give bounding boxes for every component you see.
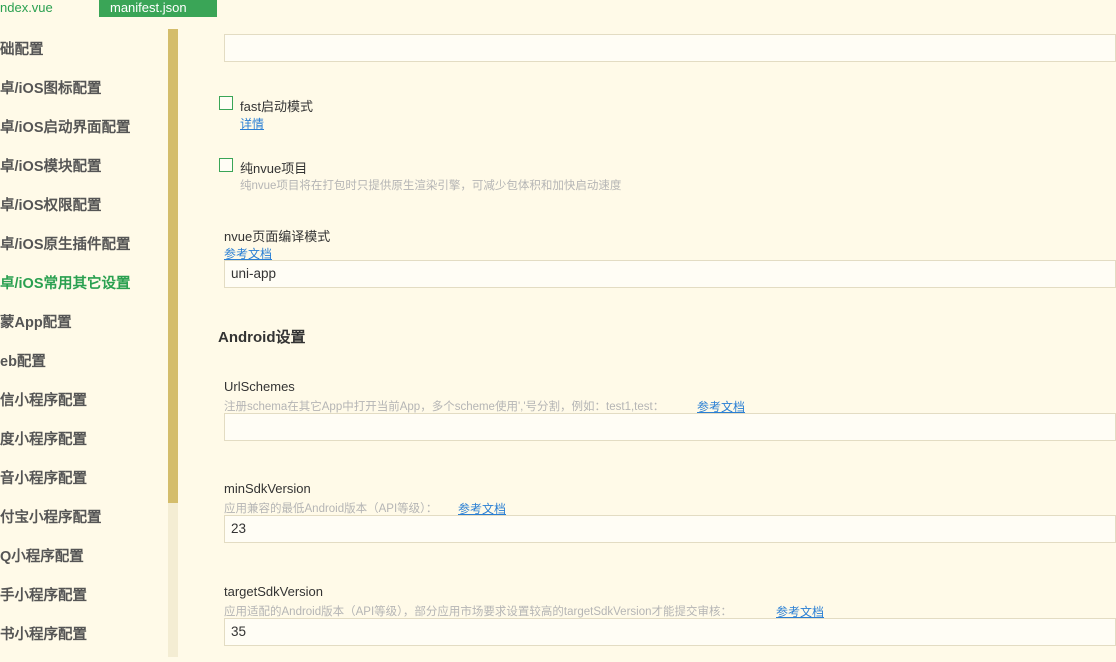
top-cut-input-field[interactable] [224,34,1116,62]
sidebar-item-label: Q小程序配置 [0,549,84,565]
pure-nvue-description: 纯nvue项目将在打包时只提供原生渲染引擎，可减少包体积和加快启动速度 [240,180,622,192]
target-sdk-description: 应用适配的Android版本（API等级），部分应用市场要求设置较高的targe… [224,606,733,618]
target-sdk-input[interactable]: 35 [224,618,1116,646]
sidebar-item-icons[interactable]: 卓/iOS图标配置 [0,77,168,116]
fast-start-label: fast启动模式 [240,99,313,114]
settings-sidebar: 础配置 卓/iOS图标配置 卓/iOS启动界面配置 卓/iOS模块配置 卓/iO… [0,17,168,657]
sidebar-item-modules[interactable]: 卓/iOS模块配置 [0,155,168,194]
sidebar-item-label: 卓/iOS权限配置 [0,198,102,214]
sidebar-item-alipay-mp[interactable]: 付宝小程序配置 [0,506,168,545]
min-sdk-label: minSdkVersion [224,481,311,496]
nvue-mode-select[interactable]: uni-app [224,260,1116,288]
fast-start-details-link[interactable]: 详情 [240,115,264,132]
target-sdk-label: targetSdkVersion [224,584,324,599]
sidebar-item-douyin-mp[interactable]: 音小程序配置 [0,467,168,506]
sidebar-item-permissions[interactable]: 卓/iOS权限配置 [0,194,168,233]
url-schemes-description: 注册schema在其它App中打开当前App，多个scheme使用','号分割，… [224,401,665,413]
sidebar-item-label: 音小程序配置 [0,471,87,487]
sidebar-item-weixin-mp[interactable]: 信小程序配置 [0,389,168,428]
sidebar-item-label: 卓/iOS模块配置 [0,159,102,175]
sidebar-scrollbar-thumb[interactable] [168,29,178,503]
sidebar-item-label: eb配置 [0,354,46,370]
sidebar-item-label: 信小程序配置 [0,393,87,409]
nvue-mode-label: nvue页面编译模式 [224,229,331,244]
pure-nvue-label: 纯nvue项目 [240,161,308,176]
sidebar-item-feishu-mp[interactable]: 书小程序配置 [0,623,168,662]
android-section-title: Android设置 [218,329,306,346]
sidebar-item-label: 础配置 [0,42,44,58]
sidebar-item-label: 付宝小程序配置 [0,510,102,526]
editor-tab-bar: ndex.vue manifest.json [0,0,1116,17]
sidebar-item-baidu-mp[interactable]: 度小程序配置 [0,428,168,467]
url-schemes-label: UrlSchemes [224,379,295,394]
fast-start-checkbox[interactable] [219,96,233,110]
min-sdk-input[interactable]: 23 [224,515,1116,543]
sidebar-item-label: 蒙App配置 [0,315,72,331]
sidebar-item-web[interactable]: eb配置 [0,350,168,389]
sidebar-item-label: 度小程序配置 [0,432,87,448]
min-sdk-description: 应用兼容的最低Android版本（API等级）： [224,503,438,515]
sidebar-item-label: 卓/iOS启动界面配置 [0,120,131,136]
sidebar-item-kuaishou-mp[interactable]: 手小程序配置 [0,584,168,623]
url-schemes-input[interactable] [224,413,1116,441]
tab-manifest-json[interactable]: manifest.json [99,0,217,17]
sidebar-item-label: 卓/iOS原生插件配置 [0,237,131,253]
sidebar-item-label: 卓/iOS图标配置 [0,81,102,97]
sidebar-item-label: 卓/iOS常用其它设置 [0,276,131,292]
sidebar-item-qq-mp[interactable]: Q小程序配置 [0,545,168,584]
sidebar-item-label: 书小程序配置 [0,627,87,643]
sidebar-item-label: 手小程序配置 [0,588,87,604]
sidebar-item-splash[interactable]: 卓/iOS启动界面配置 [0,116,168,155]
sidebar-item-basic[interactable]: 础配置 [0,38,168,77]
sidebar-item-native-plugins[interactable]: 卓/iOS原生插件配置 [0,233,168,272]
pure-nvue-checkbox[interactable] [219,158,233,172]
sidebar-item-other-settings[interactable]: 卓/iOS常用其它设置 [0,272,168,311]
sidebar-item-harmony-app[interactable]: 蒙App配置 [0,311,168,350]
settings-content: fast启动模式 详情 纯nvue项目 纯nvue项目将在打包时只提供原生渲染引… [178,17,1116,657]
tab-index-vue[interactable]: ndex.vue [0,0,97,17]
